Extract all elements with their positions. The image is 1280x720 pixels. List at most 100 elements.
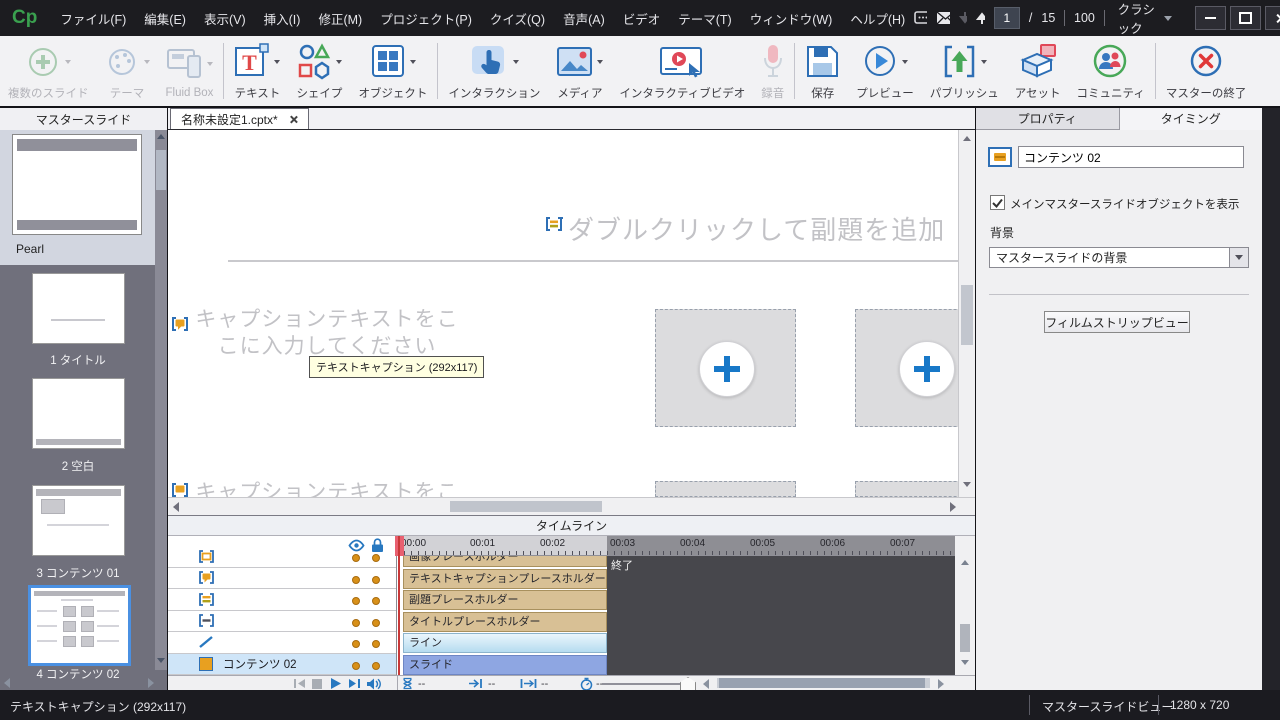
timeline-bar-subtitle-placeholder[interactable]: 副題プレースホルダー <box>403 590 607 610</box>
tab-close-icon[interactable] <box>290 115 298 123</box>
save-button[interactable]: 保存 <box>797 36 848 106</box>
timeline-bar-line[interactable]: ライン <box>403 633 607 653</box>
upload-arrow-icon[interactable] <box>976 11 985 25</box>
mail-icon[interactable] <box>936 11 950 25</box>
visibility-dot[interactable] <box>352 554 360 562</box>
timeline-bar-title-placeholder[interactable]: タイトルプレースホルダー <box>403 612 607 632</box>
filmstrip-view-button[interactable]: フィルムストリップビュー <box>1044 311 1190 333</box>
caption-placeholder-text-clipped[interactable]: キャプションテキストをこ <box>182 479 472 497</box>
go-to-start-button[interactable] <box>293 677 306 690</box>
lock-dot[interactable] <box>372 554 380 562</box>
scrollbar-thumb[interactable] <box>719 678 925 688</box>
timeline-zoom-slider[interactable] <box>602 683 685 685</box>
timeline-row-line[interactable] <box>168 632 396 654</box>
timeline-row-caption-placeholder[interactable] <box>168 568 396 590</box>
show-master-objects-checkbox[interactable] <box>990 195 1005 210</box>
lock-dot[interactable] <box>372 619 380 627</box>
content-placeholder-box[interactable] <box>655 309 796 427</box>
comment-icon[interactable] <box>914 11 927 25</box>
document-tab[interactable]: 名称未設定1.cptx* <box>170 108 309 129</box>
objects-button[interactable]: オブジェクト <box>350 36 435 106</box>
close-button[interactable] <box>1265 6 1280 30</box>
visibility-dot[interactable] <box>352 640 360 648</box>
add-content-button[interactable] <box>899 341 955 397</box>
menu-project[interactable]: プロジェクト(P) <box>371 9 481 28</box>
tab-timing[interactable]: タイミング <box>1120 108 1263 130</box>
lock-dot[interactable] <box>372 597 380 605</box>
menu-help[interactable]: ヘルプ(H) <box>841 9 914 28</box>
preview-button[interactable]: プレビュー <box>848 36 922 106</box>
timeline-horizontal-scrollbar[interactable] <box>717 678 930 688</box>
visibility-dot[interactable] <box>352 576 360 584</box>
timeline-scroll-left-icon[interactable] <box>703 677 709 690</box>
timeline-row-subtitle-placeholder[interactable] <box>168 589 396 611</box>
media-button[interactable]: メディア <box>548 36 611 106</box>
master-slide-name-input[interactable] <box>1018 146 1244 168</box>
timeline-row-title-placeholder[interactable] <box>168 611 396 633</box>
timeline-vertical-scrollbar[interactable] <box>955 536 975 675</box>
slide-number-input[interactable]: 1 <box>994 7 1020 29</box>
view-mode-label[interactable]: マスタースライドビュー <box>1042 698 1173 715</box>
canvas-horizontal-scrollbar[interactable] <box>168 497 975 515</box>
assets-button[interactable]: アセット <box>1007 36 1069 106</box>
maximize-button[interactable] <box>1230 6 1261 30</box>
scroll-right-icon[interactable] <box>950 502 956 512</box>
audio-mute-button[interactable] <box>366 677 382 690</box>
scrollbar-thumb[interactable] <box>960 624 970 652</box>
interactive-video-button[interactable]: インタラクティブビデオ <box>611 36 753 106</box>
zoom-slider-handle[interactable] <box>680 677 696 691</box>
panel-scroll-right-icon[interactable] <box>148 678 154 688</box>
subtitle-placeholder-text[interactable]: ダブルクリックして副題を追加 <box>568 210 945 247</box>
panel-scroll-left-icon[interactable] <box>4 678 10 688</box>
slide-canvas[interactable]: ダブルクリックして副題を追加 キャプションテキストをこ こに入力してください テ… <box>168 130 958 497</box>
visibility-dot[interactable] <box>352 597 360 605</box>
background-dropdown[interactable]: マスタースライドの背景 <box>989 247 1249 268</box>
menu-view[interactable]: 表示(V) <box>195 9 255 28</box>
download-arrow-icon[interactable] <box>959 11 968 25</box>
menu-quiz[interactable]: クイズ(Q) <box>481 9 554 28</box>
dropdown-button[interactable] <box>1229 248 1248 267</box>
lock-dot[interactable] <box>372 576 380 584</box>
timeline-row-image-placeholder[interactable] <box>168 546 396 568</box>
content-placeholder-box-clipped[interactable] <box>855 481 958 497</box>
timeline-bar-slide[interactable]: スライド <box>403 655 607 675</box>
master-slide-thumbnail-title[interactable] <box>32 273 125 344</box>
menu-modify[interactable]: 修正(M) <box>309 9 371 28</box>
text-button[interactable]: T テキスト <box>226 36 288 106</box>
timeline-row-slide-selected[interactable]: コンテンツ 02 <box>168 654 396 676</box>
divider-line-shape[interactable] <box>228 260 958 262</box>
community-button[interactable]: コミュニティ <box>1069 36 1153 106</box>
master-slide-thumbnail-content02-selected[interactable] <box>28 585 131 666</box>
workspace-switcher[interactable]: クラシック <box>1118 0 1172 37</box>
pearl-thumbnail[interactable] <box>12 134 142 235</box>
interactions-button[interactable]: インタラクション <box>440 36 548 106</box>
scroll-up-icon[interactable] <box>157 134 165 139</box>
scroll-up-icon[interactable] <box>963 136 971 141</box>
scroll-left-icon[interactable] <box>173 502 179 512</box>
menu-video[interactable]: ビデオ <box>614 9 670 28</box>
menu-edit[interactable]: 編集(E) <box>135 9 195 28</box>
scroll-down-icon[interactable] <box>963 482 971 487</box>
scrollbar-thumb[interactable] <box>450 501 602 512</box>
master-slide-thumbnail-blank[interactable] <box>32 378 125 449</box>
lock-dot[interactable] <box>372 640 380 648</box>
scroll-up-icon[interactable] <box>961 560 969 565</box>
scroll-down-icon[interactable] <box>961 660 969 665</box>
tab-properties[interactable]: プロパティ <box>976 108 1120 130</box>
master-panel-scrollbar[interactable] <box>155 130 167 670</box>
menu-audio[interactable]: 音声(A) <box>554 9 614 28</box>
go-to-end-button[interactable] <box>348 677 361 690</box>
add-content-button[interactable] <box>699 341 755 397</box>
lock-dot[interactable] <box>372 662 380 670</box>
menu-file[interactable]: ファイル(F) <box>51 9 135 28</box>
timeline-ruler[interactable]: 00:00 00:01 00:02 00:03 00:04 00:05 00:0… <box>397 536 955 556</box>
timeline-scroll-right-icon[interactable] <box>938 677 944 690</box>
content-placeholder-box[interactable] <box>855 309 958 427</box>
visibility-dot[interactable] <box>352 619 360 627</box>
content-placeholder-box-clipped[interactable] <box>655 481 796 497</box>
scrollbar-thumb[interactable] <box>961 285 973 345</box>
playhead-line[interactable] <box>398 536 400 675</box>
zoom-level[interactable]: 100 <box>1074 11 1095 25</box>
scroll-down-icon[interactable] <box>157 658 165 663</box>
menu-insert[interactable]: 挿入(I) <box>255 9 310 28</box>
